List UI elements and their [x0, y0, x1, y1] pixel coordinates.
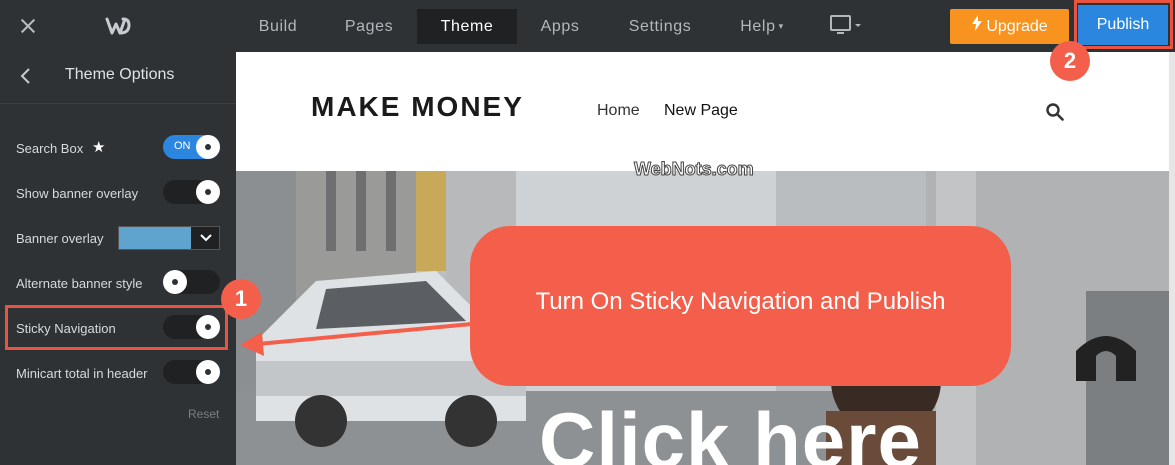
callout-text: Turn On Sticky Navigation and Publish	[535, 288, 946, 315]
site-title[interactable]: MAKE MONEY	[311, 91, 524, 123]
site-nav-home[interactable]: Home	[597, 102, 640, 120]
tab-help-label: Help	[740, 18, 776, 35]
toggle-knob	[196, 360, 220, 384]
preview-scroll-edge	[1169, 52, 1175, 465]
panel-divider	[0, 103, 236, 104]
tab-build[interactable]: Build	[245, 9, 311, 44]
tab-settings[interactable]: Settings	[615, 9, 705, 44]
option-label-search-box: Search Box	[16, 141, 84, 156]
alternate-banner-style-toggle[interactable]	[163, 270, 220, 294]
toggle-knob	[196, 180, 220, 204]
publish-button[interactable]: Publish	[1078, 5, 1168, 45]
top-bar: Build Pages Theme Apps Settings Help ▾ Up…	[0, 0, 1175, 52]
chevron-down-icon: ▾	[778, 21, 784, 31]
tab-apps[interactable]: Apps	[527, 9, 593, 44]
option-label-show-banner-overlay: Show banner overlay	[16, 186, 139, 201]
minicart-total-toggle[interactable]	[163, 360, 220, 384]
instruction-callout: Turn On Sticky Navigation and Publish	[470, 226, 1011, 386]
toggle-knob	[163, 270, 187, 294]
bolt-icon	[972, 15, 983, 31]
tab-help[interactable]: Help ▾	[727, 9, 797, 44]
panel-title: Theme Options	[65, 66, 175, 83]
search-icon[interactable]	[1046, 103, 1064, 121]
back-chevron-icon[interactable]	[20, 68, 32, 84]
tab-pages[interactable]: Pages	[331, 9, 407, 44]
star-icon: ★	[92, 139, 106, 156]
sticky-navigation-highlight-box	[5, 305, 228, 350]
watermark: WebNots.com	[634, 159, 755, 180]
option-label-alternate-banner-style: Alternate banner style	[16, 276, 143, 291]
banner-heading[interactable]: Click here	[539, 395, 922, 465]
step-badge-1: 1	[221, 279, 261, 319]
toggle-knob	[196, 135, 220, 159]
color-swatch	[119, 227, 191, 249]
arrow-icon	[240, 322, 473, 356]
chevron-down-icon	[200, 234, 212, 242]
upgrade-button[interactable]: Upgrade	[950, 9, 1069, 44]
tab-theme[interactable]: Theme	[417, 9, 517, 44]
banner-overlay-color-select[interactable]	[118, 226, 220, 250]
upgrade-label: Upgrade	[986, 18, 1048, 35]
show-banner-overlay-toggle[interactable]	[163, 180, 220, 204]
search-box-toggle[interactable]: ON	[163, 135, 220, 159]
toggle-state-label: ON	[174, 140, 191, 152]
option-label-minicart-total: Minicart total in header	[16, 366, 148, 381]
site-nav-new-page[interactable]: New Page	[664, 102, 738, 120]
step-badge-2: 2	[1050, 41, 1090, 81]
option-label-banner-overlay: Banner overlay	[16, 231, 104, 246]
device-preview-icon[interactable]	[830, 15, 862, 37]
reset-link[interactable]: Reset	[188, 407, 219, 421]
theme-options-panel	[0, 52, 236, 465]
weebly-logo-icon[interactable]	[104, 14, 132, 38]
close-icon[interactable]	[14, 12, 42, 40]
